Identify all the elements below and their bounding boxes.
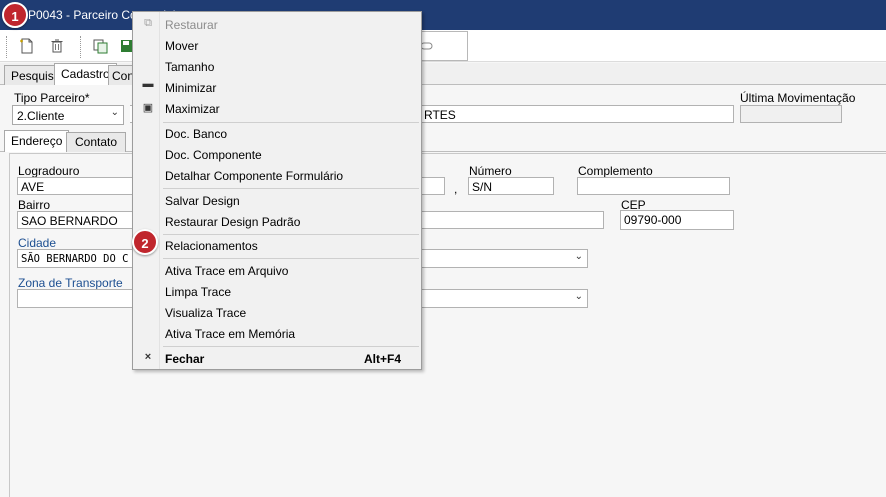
menu-item-label: Ativa Trace em Arquivo: [165, 264, 289, 278]
menu-item-label: Salvar Design: [165, 194, 240, 208]
tipo-parceiro-label: Tipo Parceiro*: [14, 91, 90, 105]
menu-item-visualiza-trace[interactable]: Visualiza Trace: [133, 302, 421, 323]
menu-item-label: Restaurar: [165, 18, 218, 32]
menu-item-limpa-trace[interactable]: Limpa Trace: [133, 281, 421, 302]
menu-item-label: Limpa Trace: [165, 285, 232, 299]
menu-item-label: Tamanho: [165, 60, 215, 74]
zona-transporte-label[interactable]: Zona de Transporte: [18, 276, 123, 290]
menu-item-ativa-trace-memoria[interactable]: Ativa Trace em Memória: [133, 323, 421, 344]
maximize-icon: ▣: [142, 102, 154, 114]
menu-item-salvar-design[interactable]: Salvar Design: [133, 190, 421, 211]
chevron-down-icon: ⌄: [574, 251, 583, 262]
save-icon[interactable]: [120, 37, 132, 55]
menu-item-label: Visualiza Trace: [165, 306, 247, 320]
parceiro-name-value: RTES: [424, 108, 456, 122]
menu-item-fechar[interactable]: × Fechar Alt+F4: [133, 348, 421, 369]
menu-separator: [163, 346, 419, 347]
cep-field[interactable]: 09790-000: [620, 210, 734, 230]
system-context-menu: ⧉ Restaurar Mover Tamanho ▬ Minimizar ▣ …: [132, 11, 422, 370]
menu-item-label: Minimizar: [165, 81, 217, 95]
menu-item-tamanho[interactable]: Tamanho: [133, 56, 421, 77]
cep-value: 09790-000: [624, 213, 682, 227]
menu-item-restaurar[interactable]: ⧉ Restaurar: [133, 14, 421, 35]
tipo-parceiro-value: 2.Cliente: [17, 109, 65, 123]
step-badge-2: 2: [132, 229, 158, 255]
menu-item-label: Mover: [165, 39, 199, 53]
ultima-movimentacao-field: [740, 105, 842, 123]
minimize-icon: ▬: [142, 78, 154, 90]
complemento-field[interactable]: [577, 177, 730, 195]
close-icon: ×: [144, 351, 152, 363]
toolbar-separator: [6, 36, 7, 58]
menu-item-label: Fechar: [165, 352, 205, 366]
menu-item-label: Relacionamentos: [165, 239, 258, 253]
menu-item-label: Doc. Banco: [165, 127, 228, 141]
logradouro-label: Logradouro: [18, 164, 80, 178]
numero-field[interactable]: S/N: [468, 177, 554, 195]
tab-contato[interactable]: Contato: [66, 132, 127, 152]
tab-endereco[interactable]: Endereço: [4, 130, 70, 152]
complemento-label: Complemento: [578, 164, 653, 178]
link-icon[interactable]: [420, 41, 434, 51]
toolbar-box: [420, 31, 468, 61]
step-badge-1: 1: [2, 2, 28, 28]
tab-con[interactable]: Con: [108, 65, 134, 85]
tipo-parceiro-select[interactable]: 2.Cliente ⌄: [12, 105, 124, 125]
bairro-label: Bairro: [18, 198, 51, 212]
menu-item-shortcut: Alt+F4: [363, 352, 401, 366]
menu-item-restaurar-design[interactable]: Restaurar Design Padrão: [133, 211, 421, 232]
menu-item-minimizar[interactable]: ▬ Minimizar: [133, 77, 421, 98]
menu-item-doc-componente[interactable]: Doc. Componente: [133, 144, 421, 165]
menu-item-label: Doc. Componente: [165, 148, 262, 162]
menu-item-ativa-trace-arquivo[interactable]: Ativa Trace em Arquivo: [133, 260, 421, 281]
menu-item-label: Restaurar Design Padrão: [165, 215, 301, 229]
ultima-movimentacao-label: Última Movimentação: [740, 91, 856, 105]
new-document-icon[interactable]: [18, 37, 36, 55]
cidade-label[interactable]: Cidade: [18, 236, 56, 250]
chevron-down-icon: ⌄: [110, 107, 119, 118]
delete-icon[interactable]: [48, 37, 66, 55]
restore-icon: ⧉: [144, 17, 152, 29]
menu-item-doc-banco[interactable]: Doc. Banco: [133, 123, 421, 144]
numero-label: Número: [469, 164, 512, 178]
menu-item-mover[interactable]: Mover: [133, 35, 421, 56]
comma-separator: ,: [454, 182, 458, 196]
menu-item-detalhar-componente[interactable]: Detalhar Componente Formulário: [133, 165, 421, 186]
numero-value: S/N: [472, 180, 493, 194]
menu-item-maximizar[interactable]: ▣ Maximizar: [133, 98, 421, 119]
copy-icon[interactable]: [92, 37, 110, 55]
cidade-value: SÃO BERNARDO DO C: [21, 253, 129, 265]
menu-item-label: Maximizar: [165, 102, 220, 116]
menu-item-label: Ativa Trace em Memória: [165, 327, 296, 341]
chevron-down-icon: ⌄: [574, 291, 583, 302]
menu-item-relacionamentos[interactable]: Relacionamentos: [133, 235, 421, 256]
bairro-value: SAO BERNARDO: [21, 214, 118, 228]
menu-separator: [163, 258, 419, 259]
menu-item-label: Detalhar Componente Formulário: [165, 169, 344, 183]
logradouro-value: AVE: [21, 180, 45, 194]
toolbar-separator: [80, 36, 81, 58]
menu-separator: [163, 188, 419, 189]
